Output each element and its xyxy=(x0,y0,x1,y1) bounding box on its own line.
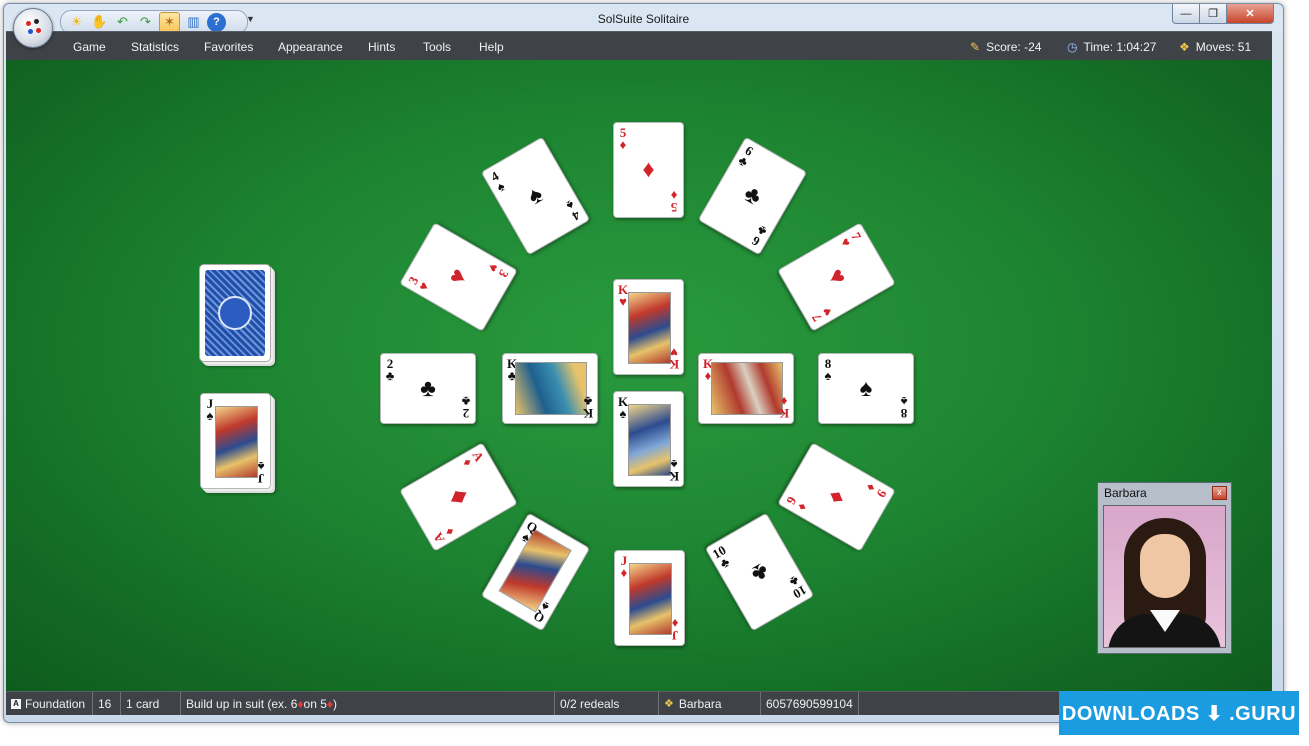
menu-favorites[interactable]: Favorites xyxy=(204,40,253,54)
downloads-guru-watermark: DOWNLOADS ⬇ .GURU xyxy=(1059,691,1299,735)
card-4-spades[interactable]: 4 ♠ ♠ 4 ♠ xyxy=(480,136,591,256)
menu-hints[interactable]: Hints xyxy=(368,40,395,54)
king-diamonds-card[interactable]: K ♦ K ♦ xyxy=(698,353,794,424)
king-spades-card[interactable]: K ♠ K ♠ xyxy=(613,391,684,487)
title-bar: SolSuite Solitaire ☀ ✋ ↶ ↷ ✶ ▥ ? ▼ — ❐ ✕ xyxy=(4,4,1283,34)
close-button[interactable]: ✕ xyxy=(1226,4,1274,24)
sun-icon[interactable]: ☀ xyxy=(67,13,86,32)
card-jack-diamonds[interactable]: J ♦ J ♦ xyxy=(614,550,685,646)
hand-icon[interactable]: ✋ xyxy=(90,13,109,32)
queen-face-art xyxy=(498,528,572,613)
status-count: 16 xyxy=(93,692,121,715)
time-value: Time: 1:04:27 xyxy=(1083,40,1157,54)
foundation-icon: A xyxy=(11,698,21,709)
undo-icon[interactable]: ↶ xyxy=(113,13,132,32)
footsteps-icon: ❖ xyxy=(1179,40,1190,54)
moves-value: Moves: 51 xyxy=(1195,40,1252,54)
card-ace-diamonds[interactable]: A ♦ ♦ A ♦ xyxy=(399,442,518,552)
qat-customize-icon[interactable]: ▼ xyxy=(246,14,255,24)
king-face-art xyxy=(628,404,671,476)
card-7-hearts[interactable]: 7 ♥ ♥ 7 ♥ xyxy=(777,222,896,332)
status-pile: A Foundation xyxy=(6,692,93,715)
hint-icon[interactable]: ✶ xyxy=(159,11,180,33)
player-avatar xyxy=(1103,505,1226,648)
card-9-diamonds[interactable]: 9 ♦ ♦ 9 ♦ xyxy=(777,442,896,552)
player-close-button[interactable]: x xyxy=(1212,486,1227,500)
maximize-button[interactable]: ❐ xyxy=(1199,4,1227,24)
player-name: Barbara xyxy=(1104,486,1147,500)
time-stat: ◷ Time: 1:04:27 xyxy=(1067,40,1156,54)
menu-game[interactable]: Game xyxy=(73,40,106,54)
king-clubs-card[interactable]: K ♣ K ♣ xyxy=(502,353,598,424)
player-panel: Barbara x xyxy=(1097,482,1232,654)
game-table: J ♠ J ♠ 5 ♦ ♦ 5 ♦ 6 ♣ ♣ 6 ♣ 7 ♥ ♥ 7 ♥ 8 ♠ ♠ 8 ♠ 9 ♦… xyxy=(6,60,1272,691)
menu-help[interactable]: Help xyxy=(479,40,504,54)
king-face-art xyxy=(711,362,783,415)
card-3-hearts[interactable]: 3 ♥ ♥ 3 ♥ xyxy=(399,222,518,332)
card-queen-spades[interactable]: Q ♠ Q ♠ xyxy=(480,512,591,632)
card-5-diamonds[interactable]: 5 ♦ ♦ 5 ♦ xyxy=(613,122,684,218)
menu-bar: Game Statistics Favorites Appearance Hin… xyxy=(6,31,1272,61)
card-10-clubs[interactable]: 10 ♣ ♣ 10 ♣ xyxy=(704,512,815,632)
score-stat: ✎ Score: -24 xyxy=(970,40,1041,54)
jack-face-art xyxy=(215,406,258,478)
king-hearts-card[interactable]: K ♥ K ♥ xyxy=(613,279,684,375)
menu-appearance[interactable]: Appearance xyxy=(278,40,343,54)
moves-stat: ❖ Moves: 51 xyxy=(1179,40,1251,54)
stats-icon[interactable]: ▥ xyxy=(184,13,203,32)
status-rule: Build up in suit (ex. 6 ♦ on 5 ♦ ) xyxy=(181,692,555,715)
app-menu-orb-icon[interactable] xyxy=(13,8,53,48)
card-back-medallion xyxy=(218,296,252,330)
stock-pile[interactable] xyxy=(199,264,271,362)
status-player: ❖ Barbara xyxy=(659,692,761,715)
king-face-art xyxy=(628,292,671,364)
clock-icon: ◷ xyxy=(1067,40,1078,54)
score-value: Score: -24 xyxy=(986,40,1042,54)
status-game-number: 6057690599104 xyxy=(761,692,859,715)
card-6-clubs[interactable]: 6 ♣ ♣ 6 ♣ xyxy=(697,136,808,256)
score-icon: ✎ xyxy=(970,40,981,54)
menu-statistics[interactable]: Statistics xyxy=(131,40,179,54)
waste-pile-card[interactable]: J ♠ J ♠ xyxy=(200,393,271,489)
minimize-button[interactable]: — xyxy=(1172,4,1200,24)
king-face-art xyxy=(515,362,587,415)
help-icon[interactable]: ? xyxy=(207,12,226,32)
jack-face-art xyxy=(629,563,672,635)
menu-tools[interactable]: Tools xyxy=(423,40,451,54)
status-redeals: 0/2 redeals xyxy=(555,692,659,715)
players-icon: ❖ xyxy=(664,698,674,710)
card-rank: J ♠ xyxy=(257,459,265,486)
card-8-spades[interactable]: 8 ♠ ♠ 8 ♠ xyxy=(818,353,914,424)
redo-icon[interactable]: ↷ xyxy=(136,13,155,32)
card-2-clubs[interactable]: 2 ♣ ♣ 2 ♣ xyxy=(380,353,476,424)
status-cards: 1 card xyxy=(121,692,181,715)
